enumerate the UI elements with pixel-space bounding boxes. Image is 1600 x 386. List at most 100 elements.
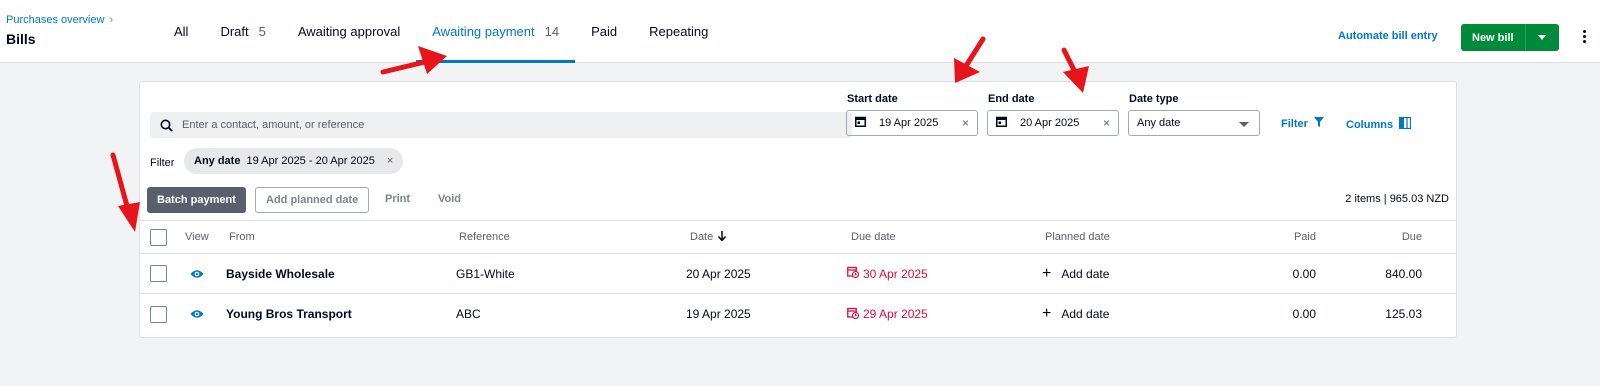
row-reference: GB1-White [456, 266, 515, 281]
chip-label: Any date [194, 155, 241, 167]
table-row[interactable]: Bayside Wholesale GB1-White 20 Apr 2025 … [140, 254, 1456, 294]
select-all-checkbox[interactable] [150, 221, 167, 253]
tab-label: Paid [591, 24, 618, 39]
row-from[interactable]: Young Bros Transport [226, 294, 352, 334]
row-date: 19 Apr 2025 [686, 307, 751, 321]
sort-down-icon [718, 230, 727, 244]
more-options-icon[interactable] [1583, 30, 1586, 43]
date-type-label: Date type [1129, 93, 1179, 105]
col-planned-date[interactable]: Planned date [1045, 221, 1110, 253]
col-due-date[interactable]: Due date [851, 221, 896, 253]
automate-bill-entry-link[interactable]: Automate bill entry [1338, 30, 1438, 42]
row-checkbox[interactable] [150, 294, 167, 334]
plus-icon: + [1042, 305, 1052, 322]
clear-end-date-icon[interactable]: × [1103, 116, 1110, 130]
tab-awaiting-payment[interactable]: Awaiting payment 14 [416, 0, 575, 63]
checkbox[interactable] [150, 265, 167, 282]
end-date-value: 20 Apr 2025 [1020, 117, 1080, 129]
breadcrumb[interactable]: Purchases overview › [6, 14, 113, 26]
batch-payment-button[interactable]: Batch payment [147, 187, 246, 213]
overdue-calendar-icon [847, 266, 860, 281]
overdue-calendar-icon [847, 307, 860, 322]
status-tabs: All Draft 5 Awaiting approval Awaiting pa… [158, 0, 724, 63]
active-filter-chip[interactable]: Any date 19 Apr 2025 - 20 Apr 2025 × [184, 148, 404, 174]
clear-start-date-icon[interactable]: × [962, 116, 969, 130]
funnel-icon [1313, 117, 1324, 130]
plus-icon: + [1042, 264, 1052, 282]
tab-count: 14 [544, 24, 560, 39]
caret-down-icon [1239, 122, 1249, 127]
col-date-label: Date [690, 231, 714, 243]
tab-label: Awaiting payment [432, 24, 535, 39]
chevron-right-icon: › [109, 14, 114, 26]
row-from[interactable]: Bayside Wholesale [226, 254, 335, 293]
end-date-field[interactable]: 20 Apr 2025 × [987, 110, 1119, 136]
add-planned-date-link[interactable]: + Add date [1042, 294, 1109, 334]
eye-icon[interactable] [190, 254, 204, 293]
tab-label: Repeating [649, 24, 709, 39]
row-paid: 0.00 [1292, 266, 1316, 281]
row-checkbox[interactable] [150, 254, 167, 293]
row-date: 20 Apr 2025 [686, 266, 751, 281]
filter-label: Filter [150, 157, 175, 169]
search-placeholder: Enter a contact, amount, or reference [182, 119, 365, 131]
col-due[interactable]: Due [1320, 221, 1422, 253]
search-icon [150, 119, 182, 132]
columns-button[interactable]: Columns [1346, 116, 1412, 132]
start-date-field[interactable]: 19 Apr 2025 × [846, 110, 978, 136]
date-type-select[interactable]: Any date [1128, 110, 1260, 136]
tab-draft[interactable]: Draft 5 [204, 0, 281, 63]
row-due-date: 29 Apr 2025 [847, 294, 928, 334]
filter-button[interactable]: Filter [1281, 117, 1324, 130]
due-date-value: 29 Apr 2025 [863, 307, 928, 321]
col-date[interactable]: Date [690, 221, 727, 253]
calendar-icon [996, 116, 1007, 130]
eye-icon[interactable] [190, 294, 204, 334]
top-header: Purchases overview › Bills All Draft 5 Aw… [0, 0, 1600, 63]
tab-paid[interactable]: Paid [575, 0, 633, 63]
row-due-date: 30 Apr 2025 [847, 254, 928, 293]
col-from[interactable]: From [229, 221, 255, 253]
page-title: Bills [6, 31, 36, 47]
annotation-arrow-select-all [110, 152, 140, 232]
tab-all[interactable]: All [158, 0, 204, 63]
col-view: View [185, 231, 209, 243]
tab-label: Draft [220, 24, 249, 39]
due-date-value: 30 Apr 2025 [863, 266, 928, 281]
tab-count: 5 [258, 24, 266, 39]
tab-repeating[interactable]: Repeating [633, 0, 724, 63]
row-due: 840.00 [1385, 266, 1422, 281]
columns-icon [1398, 116, 1412, 132]
search-input[interactable]: Enter a contact, amount, or reference [150, 112, 852, 138]
table-row[interactable]: Young Bros Transport ABC 19 Apr 2025 29 … [140, 294, 1456, 334]
void-button[interactable]: Void [438, 193, 461, 205]
filter-button-label: Filter [1281, 117, 1308, 130]
tab-label: Awaiting approval [297, 24, 401, 39]
breadcrumb-link[interactable]: Purchases overview [6, 14, 104, 26]
table-header: View From Reference Date Due date Planne… [140, 220, 1456, 254]
row-due: 125.03 [1385, 307, 1422, 321]
calendar-icon [855, 116, 866, 130]
end-date-label: End date [988, 93, 1035, 105]
date-type-value: Any date [1137, 117, 1181, 129]
chip-range: 19 Apr 2025 - 20 Apr 2025 [246, 155, 375, 167]
caret-down-icon [1538, 35, 1547, 40]
add-planned-date-link[interactable]: + Add date [1042, 254, 1109, 293]
new-bill-menu-button[interactable] [1524, 24, 1559, 51]
new-bill-split-button: New bill [1461, 24, 1559, 51]
new-bill-button[interactable]: New bill [1461, 24, 1525, 51]
add-planned-date-button[interactable]: Add planned date [255, 187, 370, 213]
print-button[interactable]: Print [385, 193, 410, 205]
tab-awaiting-approval[interactable]: Awaiting approval [282, 0, 416, 63]
start-date-label: Start date [847, 93, 898, 105]
col-reference[interactable]: Reference [459, 221, 510, 253]
add-date-label: Add date [1061, 266, 1110, 281]
checkbox[interactable] [150, 305, 167, 323]
bills-card: Enter a contact, amount, or reference St… [139, 81, 1457, 338]
items-summary: 2 items | 965.03 NZD [1345, 193, 1449, 205]
col-paid[interactable]: Paid [1240, 221, 1316, 253]
checkbox[interactable] [150, 228, 167, 246]
remove-filter-icon[interactable]: × [387, 155, 393, 167]
row-reference: ABC [456, 307, 481, 321]
tab-label: All [174, 24, 189, 39]
